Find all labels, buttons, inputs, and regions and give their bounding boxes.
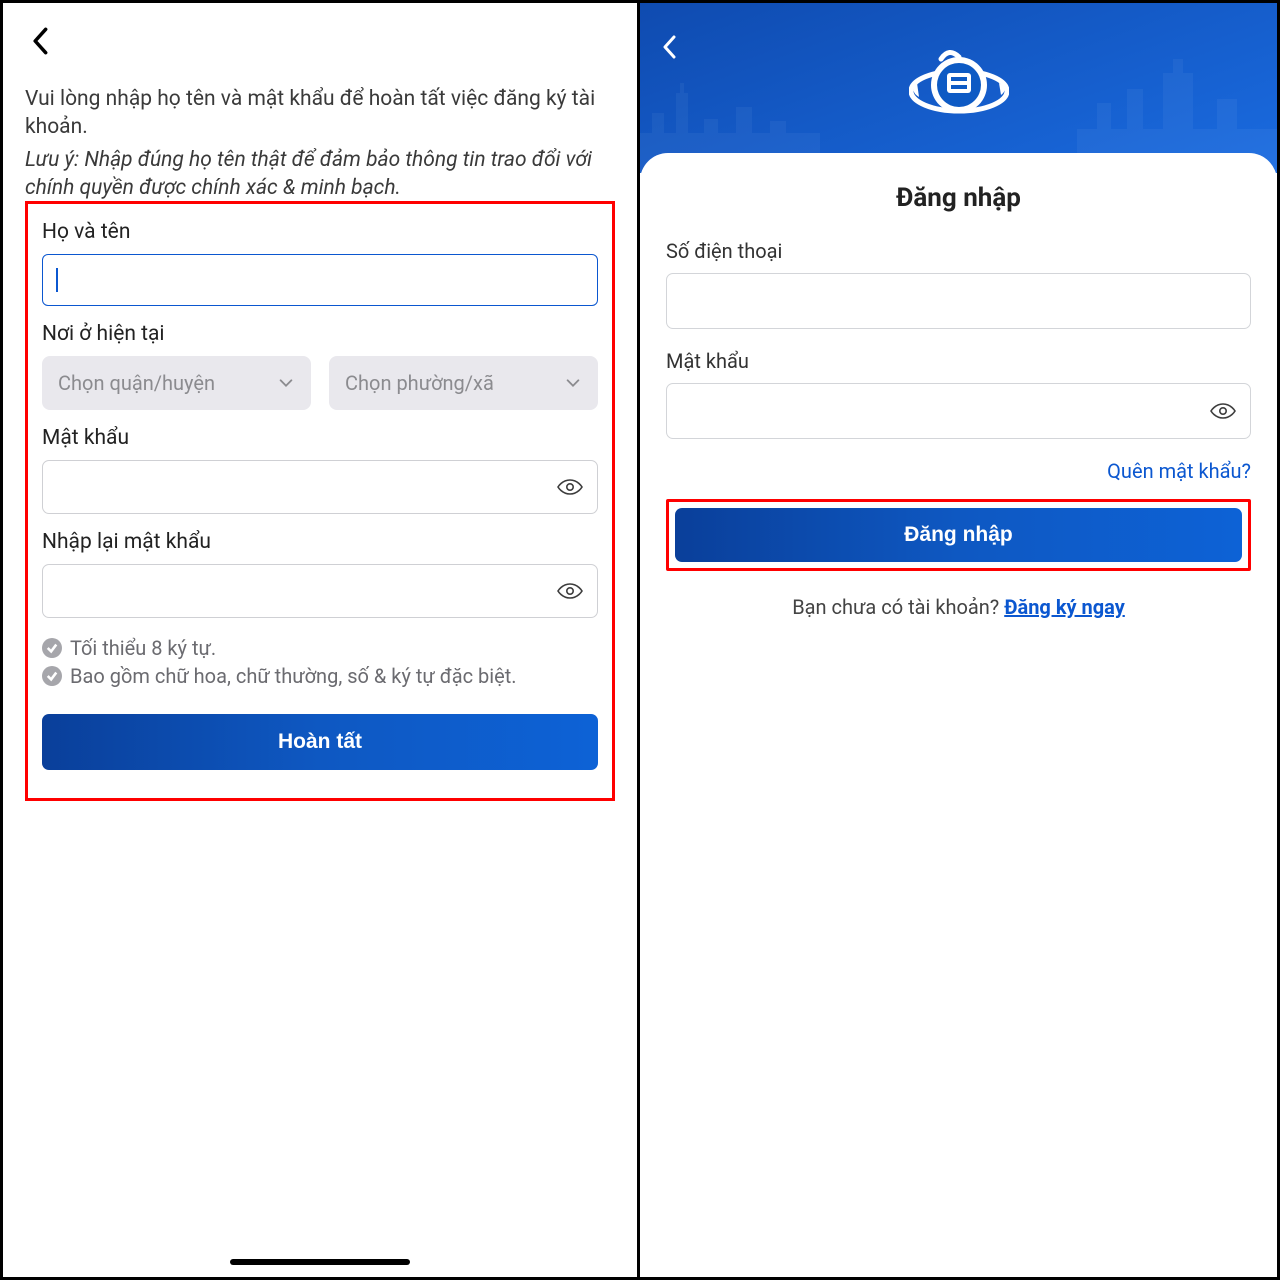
login-password-input[interactable] [666,383,1251,439]
toggle-login-password-visibility[interactable] [1209,397,1237,425]
rule-charset: Bao gồm chữ hoa, chữ thường, số & ký tự … [70,664,517,688]
chevron-down-icon [564,374,582,392]
intro-text: Vui lòng nhập họ tên và mật khẩu để hoàn… [25,87,595,139]
eye-icon [556,473,584,501]
register-link[interactable]: Đăng ký ngay [1004,595,1125,619]
rule-min-chars: Tối thiểu 8 ký tự. [70,636,216,660]
home-indicator [230,1259,410,1265]
toggle-password-confirm-visibility[interactable] [556,577,584,605]
app-logo-icon [909,45,1009,131]
chevron-left-icon [662,35,678,59]
intro-text-block: Vui lòng nhập họ tên và mật khẩu để hoàn… [25,85,615,202]
back-button[interactable] [662,35,690,63]
login-password-label: Mật khẩu [666,349,1251,373]
district-select[interactable]: Chọn quận/huyện [42,356,311,410]
check-icon [42,638,62,658]
ward-select[interactable]: Chọn phường/xã [329,356,598,410]
toggle-password-visibility[interactable] [556,473,584,501]
back-button[interactable] [25,25,57,57]
phone-label: Số điện thoại [666,239,1251,263]
register-prompt: Bạn chưa có tài khoản? Đăng ký ngay [666,595,1251,619]
fullname-input[interactable] [42,254,598,306]
password-input[interactable] [42,460,598,514]
no-account-text: Bạn chưa có tài khoản? [792,595,1004,619]
ward-placeholder: Chọn phường/xã [345,371,494,395]
text-cursor [56,268,58,292]
login-button-highlight: Đăng nhập [666,499,1251,571]
chevron-down-icon [277,374,295,392]
skyline-decoration-icon [1077,33,1277,173]
login-title: Đăng nhập [666,183,1251,213]
forgot-password-link[interactable]: Quên mật khẩu? [1107,459,1251,483]
phone-input[interactable] [666,273,1251,329]
login-card: Đăng nhập Số điện thoại Mật khẩu Quên mậ… [640,153,1277,619]
fullname-label: Họ và tên [42,220,598,244]
chevron-left-icon [31,27,51,55]
eye-icon [556,577,584,605]
password-label: Mật khẩu [42,426,598,450]
password-confirm-label: Nhập lại mật khẩu [42,530,598,554]
login-button[interactable]: Đăng nhập [675,508,1242,562]
intro-note: Lưu ý: Nhập đúng họ tên thật để đảm bảo … [25,146,615,203]
district-placeholder: Chọn quận/huyện [58,371,215,395]
login-header [640,3,1277,173]
registration-form: Họ và tên Nơi ở hiện tại Chọn quận/huyện… [25,201,615,801]
password-rules: Tối thiểu 8 ký tự. Bao gồm chữ hoa, chữ … [42,636,598,688]
complete-button[interactable]: Hoàn tất [42,714,598,770]
check-icon [42,666,62,686]
password-confirm-input[interactable] [42,564,598,618]
residence-label: Nơi ở hiện tại [42,322,598,346]
eye-icon [1209,397,1237,425]
